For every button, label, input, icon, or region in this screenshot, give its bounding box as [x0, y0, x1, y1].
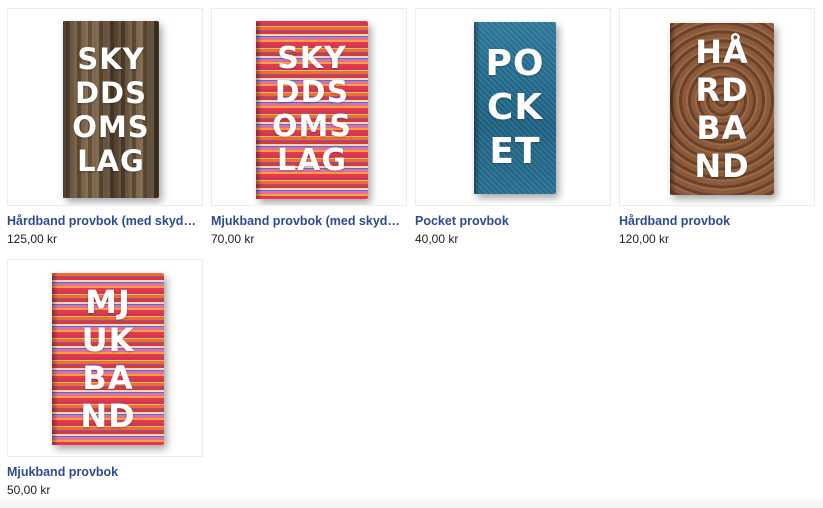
product-image[interactable]: PO CK ET [415, 8, 611, 206]
product-image[interactable]: MJ UK BA ND [7, 259, 203, 457]
product-image[interactable]: SKY DDS OMS LAG [211, 8, 407, 206]
book-cover-image: SKY DDS OMS LAG [256, 21, 368, 199]
book-cover-image: HÅ RD BA ND [670, 23, 774, 195]
product-name-link[interactable]: Hårdband provbok (med skyddsomslag) [7, 214, 203, 228]
product-price: 120,00 kr [619, 232, 670, 246]
book-cover-image: PO CK ET [474, 22, 556, 194]
book-cover-image: SKY DDS OMS LAG [63, 21, 159, 198]
product-image[interactable]: HÅ RD BA ND [619, 8, 815, 206]
cover-title: SKY DDS OMS LAG [272, 41, 352, 178]
book-cover-image: MJ UK BA ND [52, 273, 164, 445]
cover-title: PO CK ET [485, 43, 545, 172]
product-price: 125,00 kr [7, 232, 58, 246]
product-price: 70,00 kr [211, 232, 255, 246]
cover-title: MJ UK BA ND [80, 283, 136, 435]
product-name-link[interactable]: Hårdband provbok [619, 214, 815, 228]
product-price: 40,00 kr [415, 232, 459, 246]
product-name-link[interactable]: Pocket provbok [415, 214, 611, 228]
product-price: 50,00 kr [7, 483, 51, 497]
cover-title: HÅ RD BA ND [694, 33, 750, 185]
cover-title: SKY DDS OMS LAG [72, 41, 150, 178]
page-bottom-edge [0, 498, 823, 508]
product-name-link[interactable]: Mjukband provbok [7, 465, 203, 479]
product-image[interactable]: SKY DDS OMS LAG [7, 8, 203, 206]
product-name-link[interactable]: Mjukband provbok (med skyddsomslag) [211, 214, 407, 228]
